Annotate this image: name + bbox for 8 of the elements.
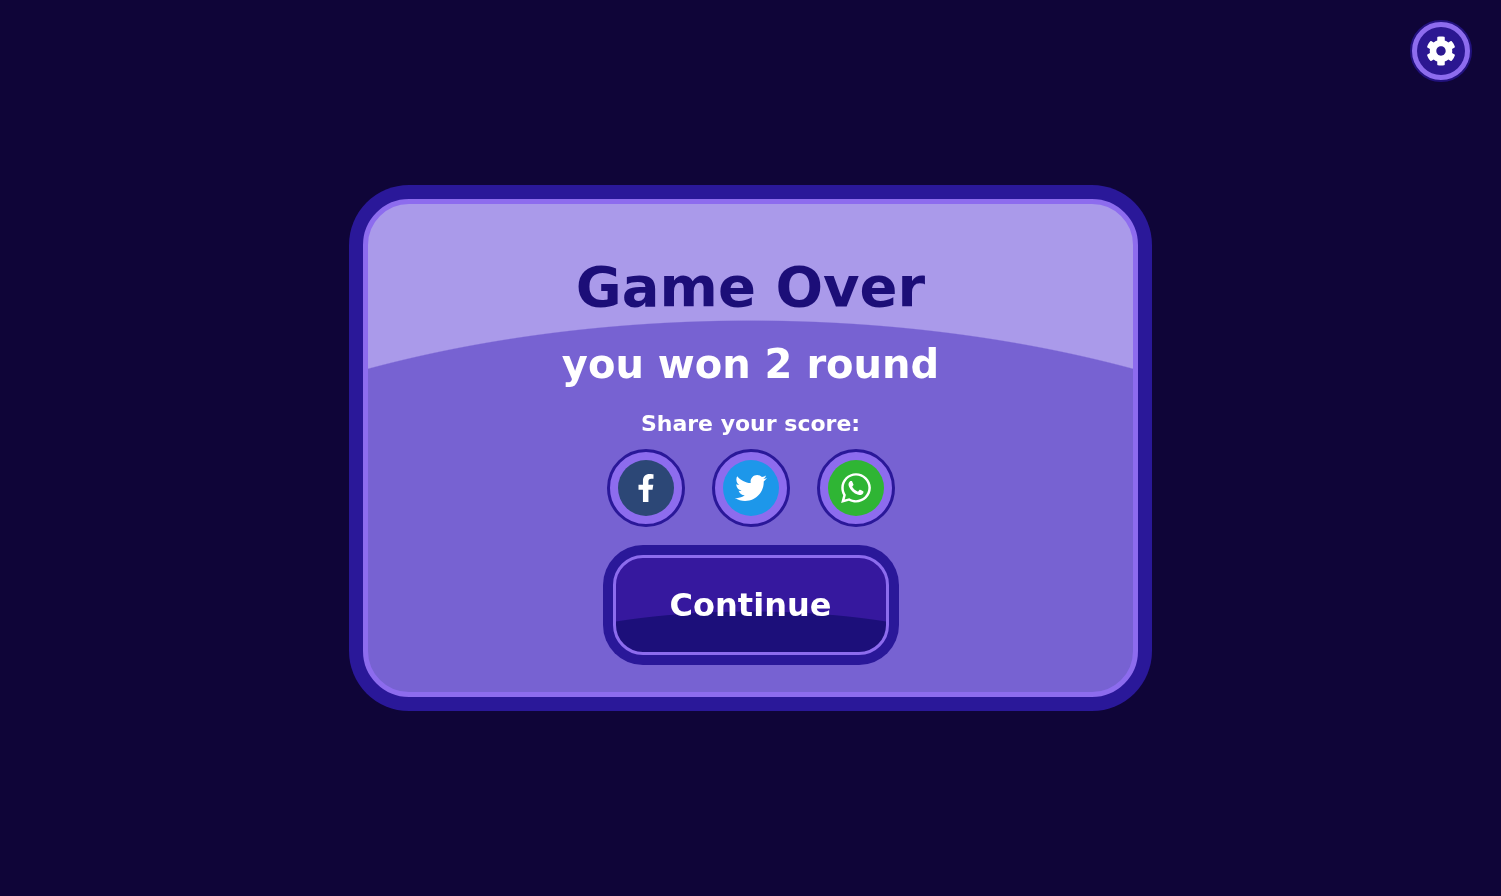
whatsapp-icon	[827, 460, 884, 516]
share-label: Share your score:	[640, 410, 861, 438]
result-message: you won 2 round	[561, 340, 940, 388]
twitter-icon	[722, 460, 779, 516]
settings-icon	[1426, 36, 1456, 66]
continue-button[interactable]: Continue	[602, 545, 899, 665]
facebook-icon	[617, 460, 674, 516]
dialog-title: Game Over	[575, 256, 926, 318]
